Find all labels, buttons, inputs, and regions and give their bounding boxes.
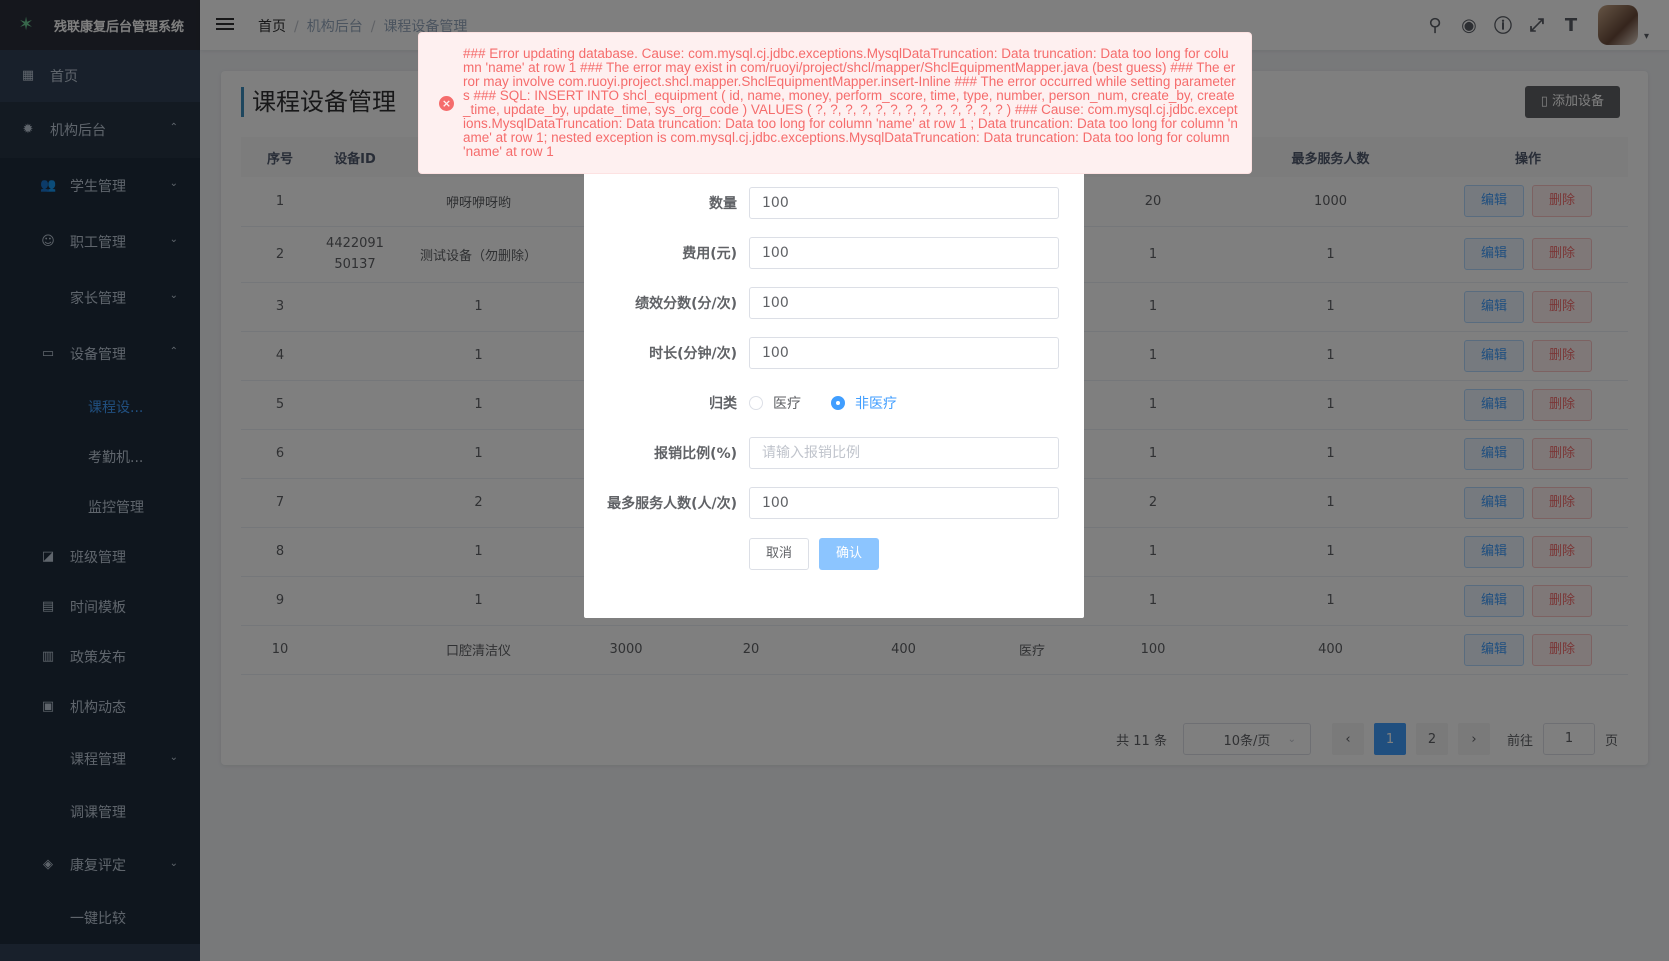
max-serve-input[interactable]: 100 [749, 487, 1059, 519]
form-row-max-serve: 最多服务人数(人/次) 100 [584, 487, 1084, 519]
performance-label: 绩效分数(分/次) [635, 296, 737, 312]
radio-non-medical[interactable]: 非医疗 [831, 393, 897, 413]
cost-input[interactable]: 100 [749, 237, 1059, 269]
cancel-button[interactable]: 取消 [749, 538, 809, 570]
radio-medical[interactable]: 医疗 [749, 393, 801, 413]
dialog-footer: 取消 确认 [749, 538, 879, 570]
reimburse-input[interactable]: 请输入报销比例 [749, 437, 1059, 469]
form-row-quantity: 数量 100 [584, 187, 1084, 219]
radio-label: 医疗 [773, 396, 801, 412]
radio-label: 非医疗 [855, 396, 897, 412]
category-label: 归类 [709, 396, 737, 412]
equipment-dialog: 数量 100 费用(元) 100 绩效分数(分/次) 100 时长(分钟/次) … [584, 160, 1084, 618]
cost-label: 费用(元) [682, 246, 737, 262]
performance-input[interactable]: 100 [749, 287, 1059, 319]
radio-circle [749, 396, 763, 410]
error-message-toast: × ### Error updating database. Cause: co… [418, 32, 1252, 174]
reimburse-label: 报销比例(%) [654, 446, 737, 462]
max-serve-label: 最多服务人数(人/次) [607, 496, 737, 512]
duration-input[interactable]: 100 [749, 337, 1059, 369]
form-row-cost: 费用(元) 100 [584, 237, 1084, 269]
form-row-performance: 绩效分数(分/次) 100 [584, 287, 1084, 319]
error-message-text: ### Error updating database. Cause: com.… [463, 46, 1238, 159]
form-row-category: 归类 医疗 非医疗 [584, 387, 1084, 419]
error-circle-icon: × [439, 96, 454, 111]
radio-circle [831, 396, 845, 410]
form-row-reimburse: 报销比例(%) 请输入报销比例 [584, 437, 1084, 469]
confirm-button[interactable]: 确认 [819, 538, 879, 570]
quantity-input[interactable]: 100 [749, 187, 1059, 219]
quantity-label: 数量 [709, 196, 737, 212]
form-row-duration: 时长(分钟/次) 100 [584, 337, 1084, 369]
duration-label: 时长(分钟/次) [649, 346, 737, 362]
